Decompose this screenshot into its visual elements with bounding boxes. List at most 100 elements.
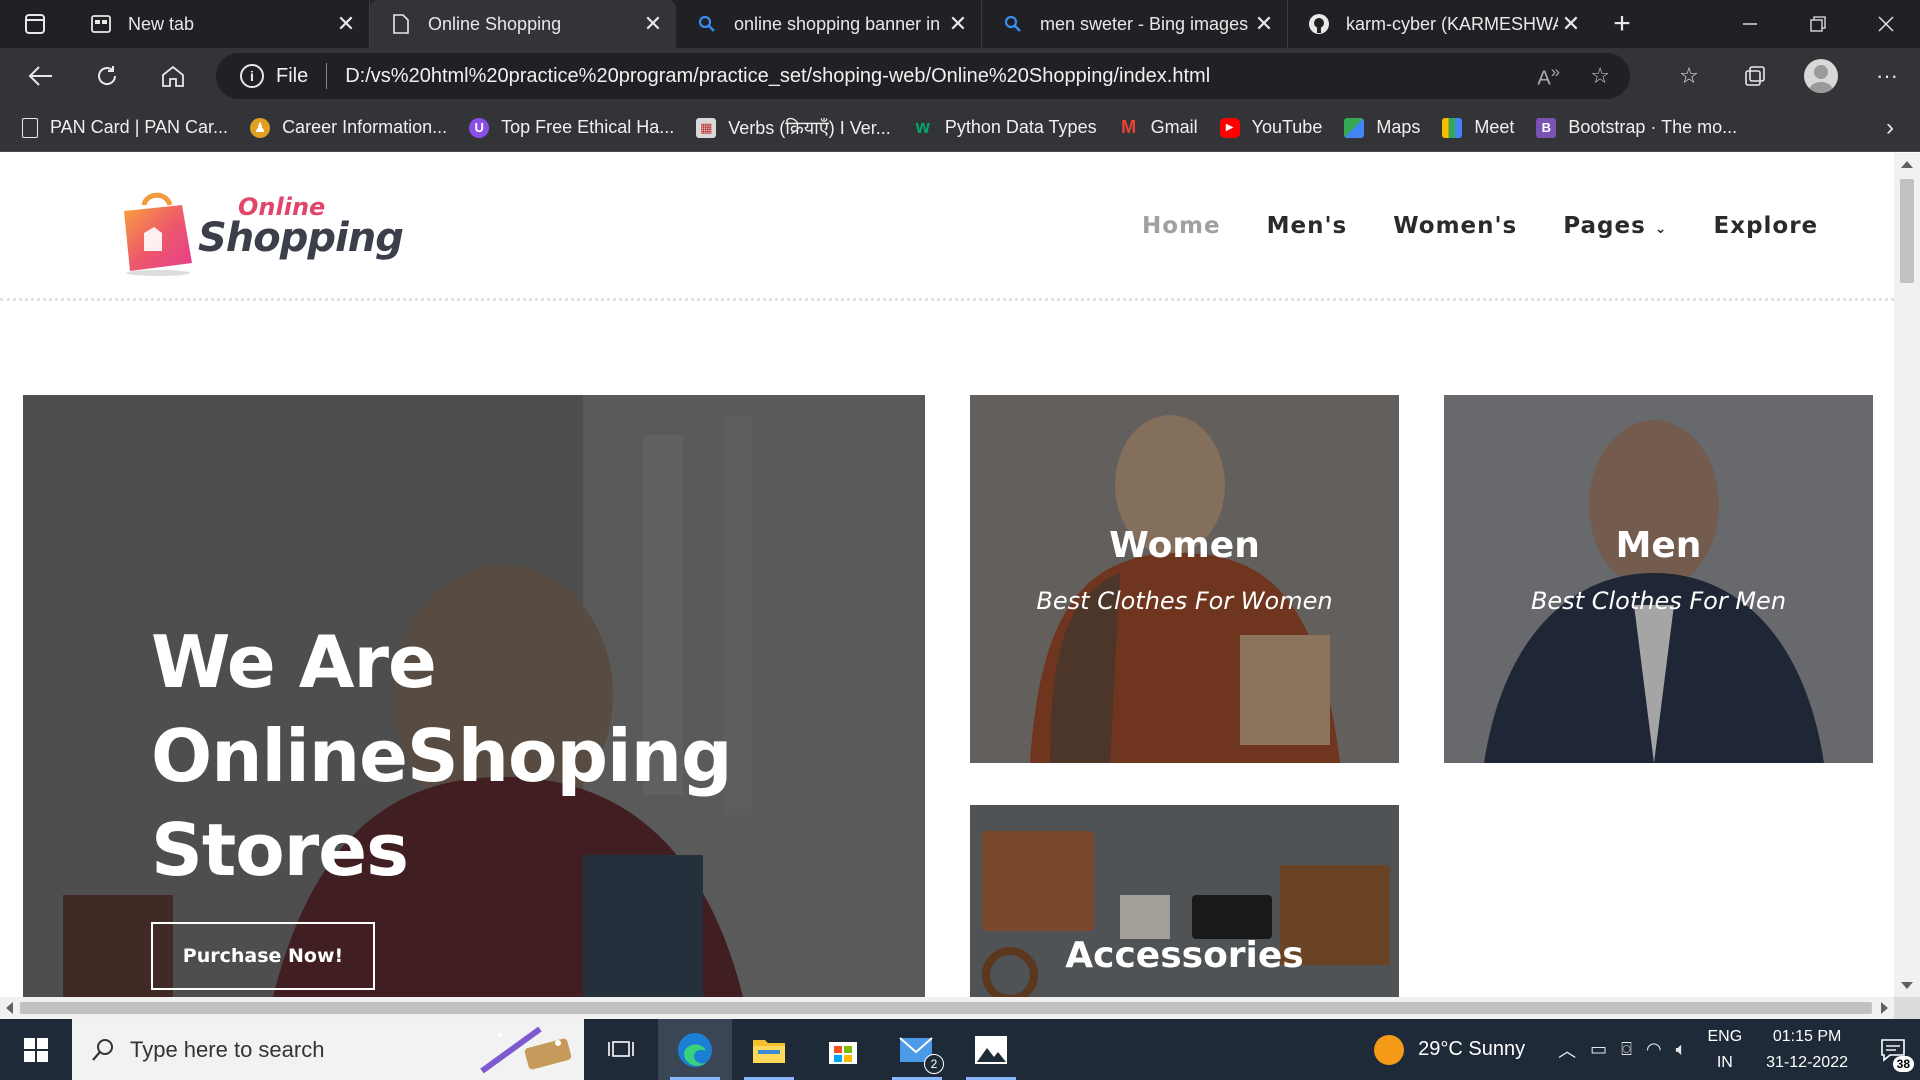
bookmark-pan-card[interactable]: PAN Card | PAN Car...: [22, 117, 228, 138]
mail-badge: 2: [924, 1054, 944, 1074]
wifi-icon[interactable]: ◠: [1646, 1039, 1662, 1060]
taskbar-photos[interactable]: [954, 1019, 1028, 1080]
scrollbar-thumb[interactable]: [1900, 179, 1914, 283]
restore-button[interactable]: [1784, 0, 1852, 48]
home-button[interactable]: [140, 48, 206, 104]
more-icon: ···: [1876, 63, 1898, 88]
category-card-men[interactable]: Men Best Clothes For Men: [1444, 395, 1873, 763]
clock[interactable]: 01:15 PM 31-12-2022: [1766, 1024, 1848, 1076]
toolbar-right: ☆ ···: [1656, 48, 1920, 104]
settings-more-button[interactable]: ···: [1854, 48, 1920, 104]
back-arrow-icon: [28, 66, 52, 86]
tab-men-sweater[interactable]: men sweter - Bing images ✕: [982, 0, 1288, 48]
task-view-button[interactable]: [584, 1019, 658, 1080]
tab-title: Online Shopping: [428, 13, 562, 34]
close-icon[interactable]: ✕: [1558, 11, 1584, 37]
bookmark-maps[interactable]: Maps: [1344, 117, 1420, 138]
tab-actions-button[interactable]: [0, 0, 70, 48]
notification-center-button[interactable]: 38: [1866, 1019, 1920, 1080]
taskbar-edge[interactable]: [658, 1019, 732, 1080]
scroll-down-icon[interactable]: [1901, 982, 1913, 989]
read-aloud-icon[interactable]: A»: [1537, 62, 1560, 91]
add-favorite-icon[interactable]: ☆: [1590, 63, 1610, 89]
bookmark-label: Gmail: [1150, 117, 1198, 137]
close-icon[interactable]: ✕: [945, 11, 971, 37]
home-icon: [162, 65, 184, 87]
search-placeholder: Type here to search: [130, 1036, 325, 1062]
close-icon[interactable]: ✕: [333, 11, 359, 37]
back-button[interactable]: [8, 48, 74, 104]
bookmark-bootstrap[interactable]: B Bootstrap · The mo...: [1536, 117, 1737, 138]
language-indicator[interactable]: ENG IN: [1707, 1024, 1742, 1076]
volume-icon[interactable]: 🔈︎: [1676, 1039, 1687, 1060]
category-card-accessories[interactable]: Accessories: [970, 805, 1399, 997]
meet-now-icon[interactable]: ⌼: [1621, 1039, 1632, 1060]
minimize-icon: [1743, 23, 1757, 25]
bookmark-label: YouTube: [1251, 117, 1323, 137]
page-viewport: Online Shopping Home Men's Women's Pages…: [0, 153, 1894, 997]
address-bar[interactable]: i File D:/vs%20html%20practice%20program…: [216, 53, 1630, 99]
tab-banner-search[interactable]: online shopping banner in ✕: [676, 0, 982, 48]
minimize-button[interactable]: [1716, 0, 1784, 48]
scroll-right-icon[interactable]: [1881, 1002, 1888, 1014]
shopping-bag-logo-icon: [124, 192, 192, 276]
bookmark-ethical-hacking[interactable]: U Top Free Ethical Ha...: [469, 117, 674, 138]
weather-widget[interactable]: 29°C Sunny: [1374, 1034, 1525, 1065]
scroll-left-icon[interactable]: [6, 1002, 13, 1014]
tab-online-shopping[interactable]: Online Shopping ✕: [370, 0, 676, 48]
nav-item-explore[interactable]: Explore: [1714, 213, 1819, 239]
favorites-icon: ☆: [1679, 63, 1699, 88]
system-tray: 29°C Sunny ︿ ▭ ⌼ ◠ 🔈︎ ENG IN 01:15 PM 31…: [1374, 1019, 1920, 1080]
new-tab-button[interactable]: +: [1594, 0, 1650, 48]
tab-github[interactable]: karm-cyber (KARMESHWA ✕: [1288, 0, 1594, 48]
url-text: D:/vs%20html%20practice%20program/practi…: [345, 64, 1211, 87]
horizontal-scrollbar[interactable]: [0, 997, 1894, 1019]
scroll-up-icon[interactable]: [1901, 161, 1913, 168]
battery-icon[interactable]: ▭: [1590, 1039, 1607, 1060]
bookmark-python-data-types[interactable]: w Python Data Types: [913, 117, 1097, 138]
taskbar-store[interactable]: [806, 1019, 880, 1080]
refresh-button[interactable]: [74, 48, 140, 104]
nav-item-home[interactable]: Home: [1142, 213, 1221, 239]
bookmark-career-information[interactable]: ♟ Career Information...: [250, 117, 447, 138]
favorites-button[interactable]: ☆: [1656, 48, 1722, 104]
scrollbar-thumb[interactable]: [20, 1002, 1872, 1014]
taskbar-mail[interactable]: 2: [880, 1019, 954, 1080]
nav-item-pages[interactable]: Pages ⌄: [1563, 213, 1667, 239]
card-subtitle: Best Clothes For Men: [1530, 587, 1787, 615]
start-button[interactable]: [0, 1019, 72, 1080]
site-header: Online Shopping Home Men's Women's Pages…: [0, 153, 1894, 301]
close-icon[interactable]: ✕: [640, 11, 666, 37]
page-icon: [22, 117, 38, 138]
newtab-icon: [90, 13, 112, 35]
language-code: ENG: [1707, 1027, 1743, 1045]
vertical-scrollbar[interactable]: [1894, 153, 1920, 997]
taskbar-search-box[interactable]: Type here to search: [72, 1019, 584, 1080]
bookmark-youtube[interactable]: ▶ YouTube: [1219, 117, 1323, 138]
browser-toolbar: i File D:/vs%20html%20practice%20program…: [0, 48, 1920, 104]
bookmark-verbs[interactable]: ▦ Verbs (क्रियाएँ) I Ver...: [696, 116, 891, 140]
purchase-now-button[interactable]: Purchase Now!: [151, 922, 375, 990]
nav-item-womens[interactable]: Women's: [1393, 213, 1517, 239]
category-card-women[interactable]: Women Best Clothes For Women: [970, 395, 1399, 763]
bookmark-gmail[interactable]: M Gmail: [1119, 117, 1198, 138]
tab-new-tab[interactable]: New tab ✕: [70, 0, 370, 48]
nav-item-mens[interactable]: Men's: [1267, 213, 1348, 239]
info-icon[interactable]: i: [240, 64, 264, 88]
bookmark-meet[interactable]: Meet: [1442, 117, 1514, 138]
taskbar-file-explorer[interactable]: [732, 1019, 806, 1080]
chevron-up-icon[interactable]: ︿: [1558, 1037, 1576, 1063]
clock-time: 01:15 PM: [1772, 1027, 1842, 1045]
chevron-right-icon[interactable]: ›: [1886, 114, 1894, 142]
site-logo[interactable]: Online Shopping: [114, 181, 404, 277]
profile-avatar[interactable]: [1804, 59, 1838, 93]
close-window-button[interactable]: [1852, 0, 1920, 48]
bookmark-label: Top Free Ethical Ha...: [501, 117, 675, 137]
region-code: IN: [1716, 1053, 1733, 1071]
maps-icon: [1344, 117, 1365, 138]
windows-taskbar: Type here to search 2 29°C Sunny ︿ ▭ ⌼ ◠…: [0, 1019, 1920, 1080]
women-category-image: [970, 395, 1399, 763]
collections-button[interactable]: [1722, 48, 1788, 104]
store-icon: [829, 1041, 857, 1064]
close-icon[interactable]: ✕: [1251, 11, 1277, 37]
